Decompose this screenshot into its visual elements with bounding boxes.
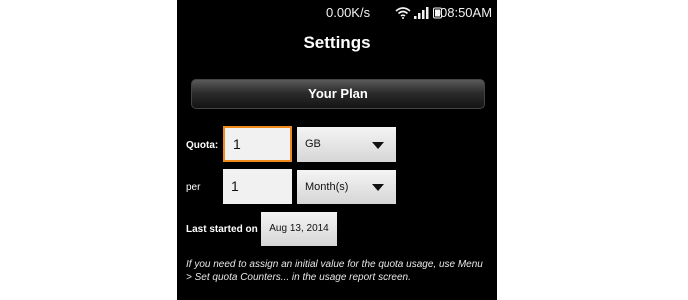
chevron-down-icon: [372, 141, 384, 149]
period-unit-dropdown[interactable]: Month(s): [297, 170, 396, 204]
status-bar: 0.00K/s 08:50AM: [177, 0, 497, 26]
period-input[interactable]: 1: [223, 169, 292, 204]
your-plan-header: Your Plan: [191, 79, 485, 109]
quota-unit-value: GB: [305, 138, 321, 150]
clock: 08:50AM: [440, 5, 493, 20]
phone-screen: 0.00K/s 08:50AM Settings Your Plan Quota…: [177, 0, 497, 300]
page-title: Settings: [303, 33, 371, 52]
wifi-icon: [395, 6, 411, 22]
per-label: per: [186, 182, 201, 193]
signal-icon: [414, 7, 430, 22]
quota-label: Quota:: [186, 140, 219, 151]
quota-input[interactable]: 1: [223, 126, 292, 162]
last-started-date-button[interactable]: Aug 13, 2014: [261, 212, 337, 246]
last-started-label: Last started on: [186, 224, 258, 235]
network-speed: 0.00K/s: [326, 5, 371, 20]
quota-unit-dropdown[interactable]: GB: [297, 127, 396, 162]
chevron-down-icon: [372, 184, 384, 191]
period-unit-value: Month(s): [305, 181, 349, 193]
help-text: If you need to assign an initial value f…: [186, 259, 483, 283]
